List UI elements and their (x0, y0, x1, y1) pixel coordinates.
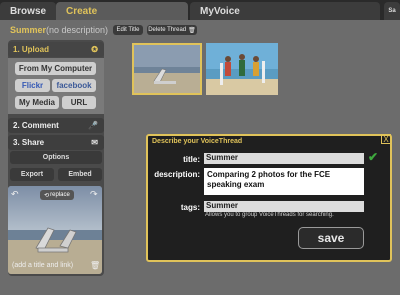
replace-icon: ⟲ (44, 192, 50, 199)
my-media-label: My Media (18, 98, 55, 107)
upload-circle-icon: ✪ (91, 45, 98, 54)
description-field-label: description: (154, 170, 200, 179)
export-button[interactable]: Export (10, 168, 54, 181)
facebook-label: facebook (56, 81, 92, 90)
add-title-link[interactable]: (add a title and link) (12, 262, 73, 269)
envelope-icon: ✉ (91, 138, 98, 147)
thread-title: Summer (10, 25, 47, 35)
tags-field[interactable]: Summer (204, 201, 364, 212)
trash-icon[interactable]: 🗑 (90, 261, 100, 270)
comment-section-header[interactable]: 2. Comment 🎤 (8, 118, 104, 133)
trash-icon: 🗑 (188, 27, 196, 34)
edit-title-button[interactable]: Edit Title (113, 25, 143, 35)
from-my-computer-label: From My Computer (18, 64, 93, 73)
tab-browse[interactable]: Browse (0, 2, 56, 20)
replace-label: replace (50, 192, 70, 198)
save-button[interactable]: save (298, 227, 364, 249)
tab-create[interactable]: Create (56, 2, 188, 20)
tags-hint: Allows you to group VoiceThreads for sea… (205, 212, 334, 218)
upload-header-label: 1. Upload (13, 45, 50, 54)
upload-section-header[interactable]: 1. Upload ✪ (8, 42, 104, 57)
my-media-button[interactable]: My Media (15, 96, 59, 109)
url-label: URL (70, 98, 88, 107)
flickr-button[interactable]: Flickr (15, 79, 50, 92)
share-section-header[interactable]: 3. Share ✉ (8, 135, 104, 150)
url-button[interactable]: URL (62, 96, 96, 109)
dialog-heading: Describe your VoiceThread (152, 138, 243, 145)
options-button[interactable]: Options (10, 151, 102, 164)
thread-description: (no description) (46, 25, 109, 35)
slide-thumbnail-2[interactable] (206, 43, 278, 95)
facebook-button[interactable]: facebook (52, 79, 96, 92)
surfers-thumbnail (206, 43, 278, 95)
tags-field-label: tags: (180, 203, 200, 212)
description-field[interactable]: Comparing 2 photos for the FCE speaking … (204, 168, 364, 195)
rotate-right-icon[interactable]: ↷ (90, 189, 98, 200)
beach-chairs-thumbnail (134, 45, 200, 93)
replace-button[interactable]: ⟲ replace (40, 190, 74, 200)
embed-button[interactable]: Embed (58, 168, 102, 181)
title-field[interactable]: Summer (204, 153, 364, 164)
tab-myvoice[interactable]: MyVoice (190, 2, 380, 20)
share-header-label: 3. Share (13, 138, 45, 147)
close-icon[interactable]: X (381, 134, 391, 144)
from-my-computer-button[interactable]: From My Computer (15, 62, 96, 75)
delete-thread-label: Delete Thread (148, 27, 187, 33)
slide-thumbnail-1[interactable] (132, 43, 202, 95)
checkmark-icon: ✔ (368, 150, 379, 164)
rotate-left-icon[interactable]: ↶ (11, 189, 19, 200)
flickr-label: Flickr (21, 81, 44, 90)
comment-header-label: 2. Comment (13, 121, 59, 130)
title-field-label: title: (183, 155, 200, 164)
delete-thread-button[interactable]: Delete Thread 🗑 (147, 25, 197, 35)
microphone-icon: 🎤 (88, 121, 98, 130)
tab-overflow[interactable]: Sa (384, 2, 400, 20)
